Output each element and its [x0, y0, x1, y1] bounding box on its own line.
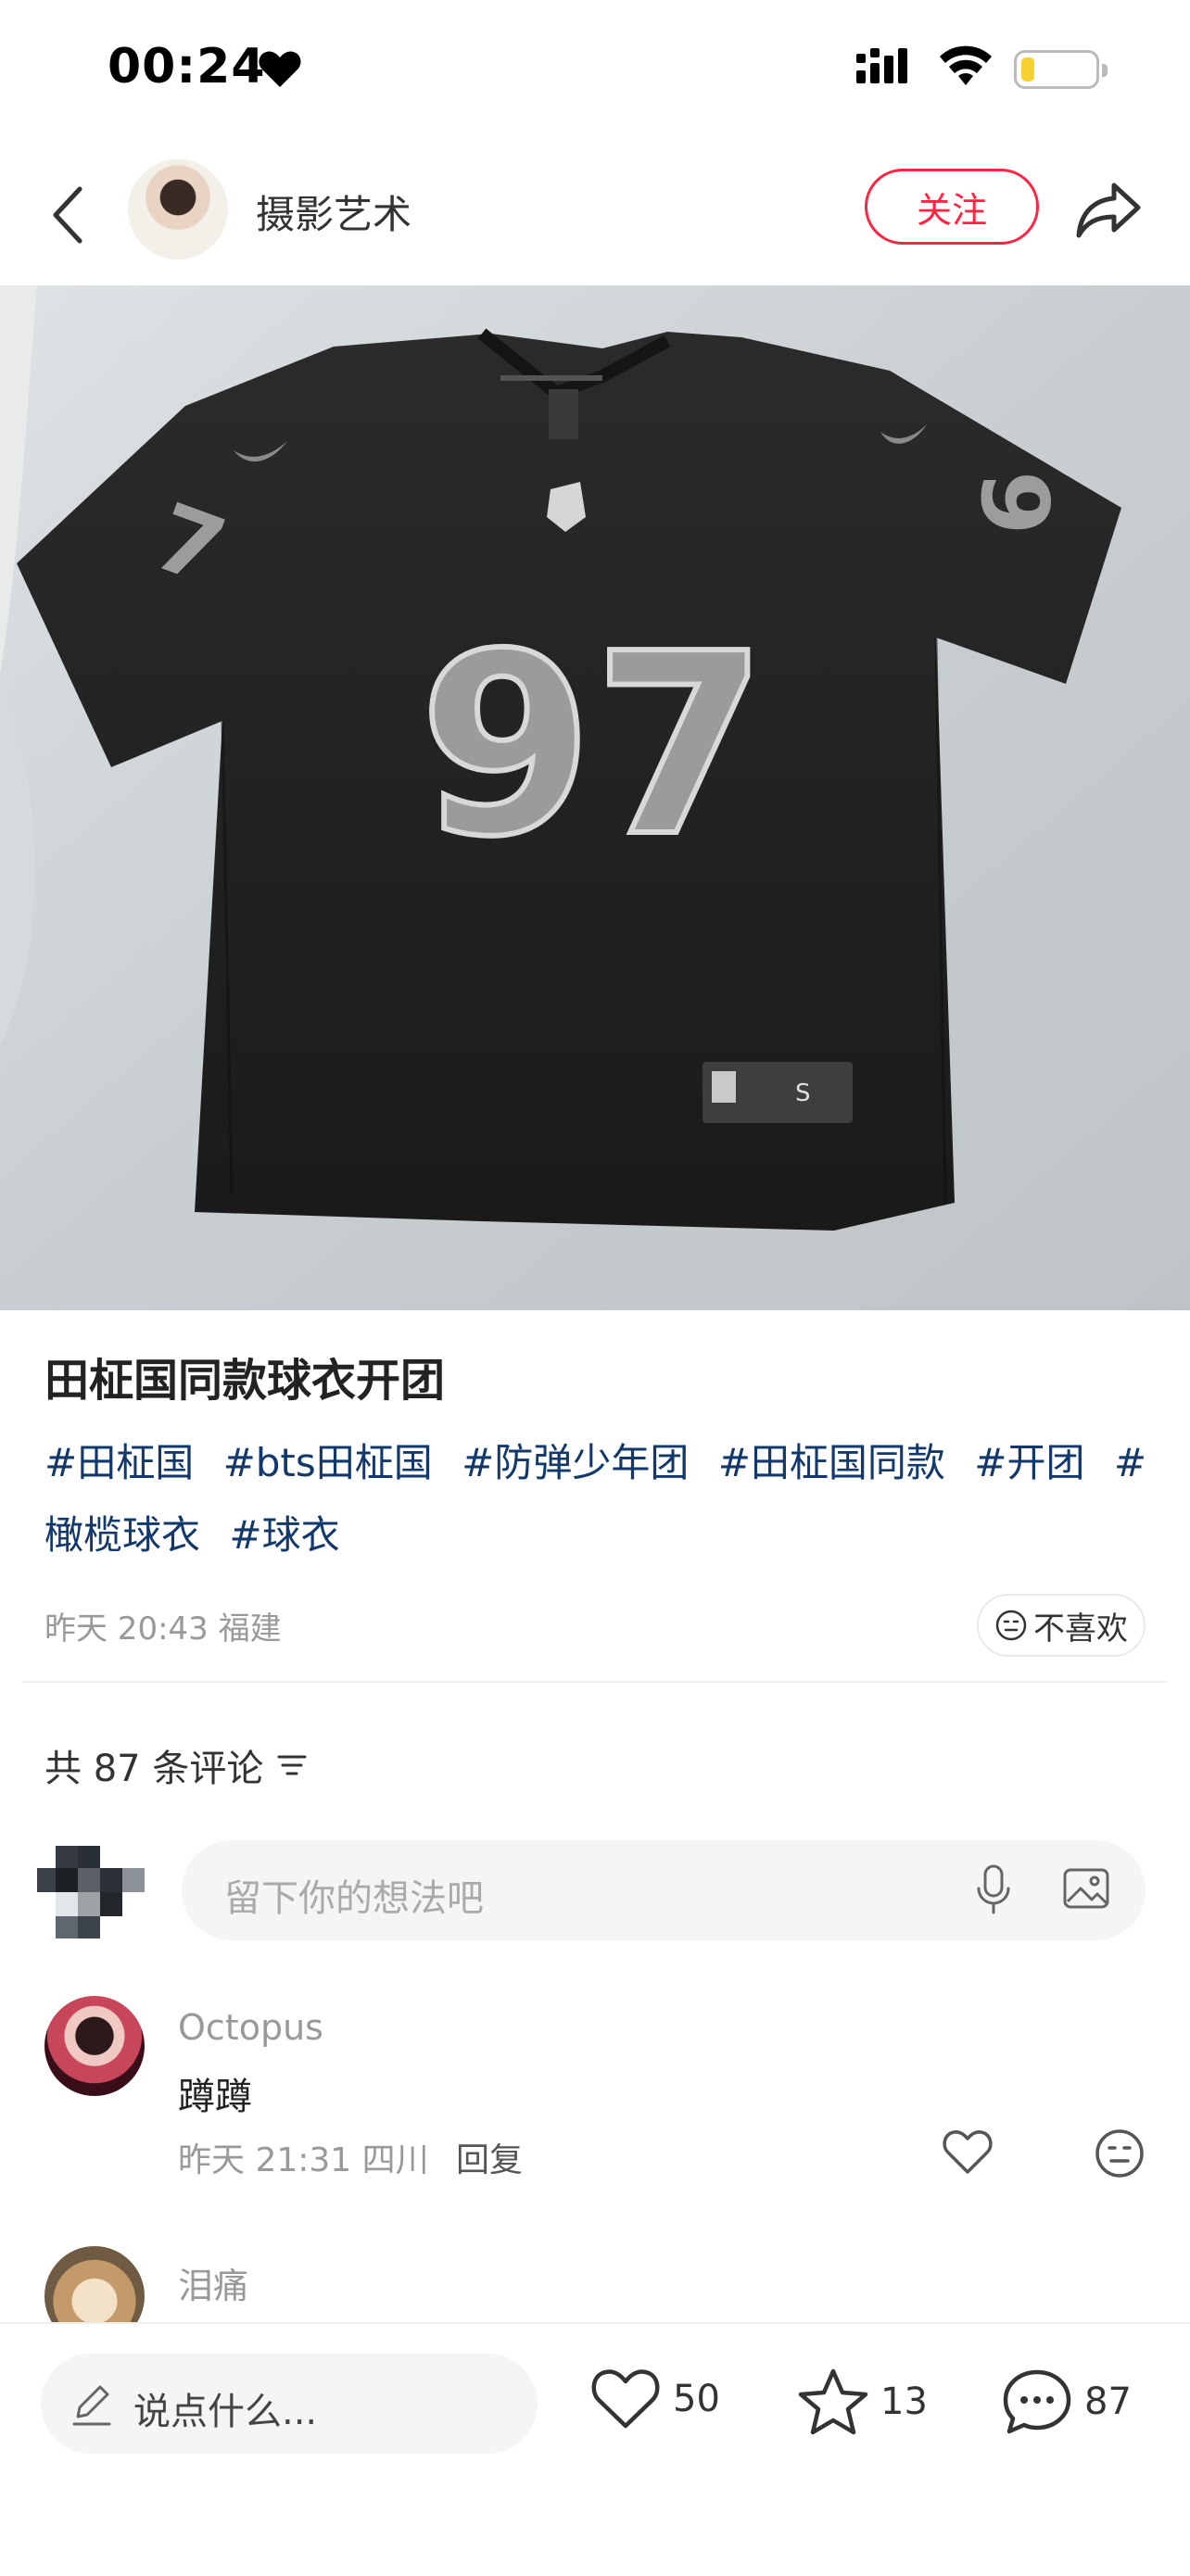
jersey-number: 97 — [416, 597, 770, 894]
tag-link[interactable]: #防弹少年团 — [462, 1440, 689, 1485]
author-avatar[interactable] — [128, 159, 228, 259]
comment-bubble-icon — [1003, 2369, 1071, 2434]
follow-button[interactable]: 关注 — [865, 169, 1039, 245]
chevron-left-icon — [53, 186, 82, 244]
image-icon[interactable] — [1060, 1863, 1112, 1914]
commenter-name[interactable]: 泪痛 — [178, 2257, 248, 2308]
comment-text: 蹲蹲 — [178, 2076, 252, 2118]
commenter-avatar[interactable] — [44, 1996, 145, 2096]
reply-button[interactable]: 回复 — [456, 2133, 523, 2181]
svg-text:97: 97 — [419, 600, 767, 891]
wifi-icon — [940, 45, 992, 85]
post-header: 摄影艺术 关注 — [0, 148, 1190, 287]
dislike-label: 不喜欢 — [1033, 1610, 1128, 1648]
jersey-photo: 97 7 9 S — [0, 285, 1190, 1310]
star-icon — [798, 2368, 868, 2435]
favorite-count: 13 — [880, 2380, 928, 2423]
say-something-input[interactable]: 说点什么... — [41, 2354, 538, 2454]
like-count: 50 — [673, 2378, 720, 2420]
status-time: 00:24 — [108, 39, 266, 95]
dislike-button[interactable]: 不喜欢 — [977, 1594, 1146, 1657]
comment-meta: 昨天 21:31 四川 — [178, 2141, 429, 2179]
share-icon[interactable] — [1073, 174, 1144, 245]
tag-link[interactable]: #田柾国同款 — [718, 1440, 945, 1485]
pencil-icon — [72, 2385, 111, 2426]
comment-count-label: 共 87 条评论 — [44, 1748, 264, 1790]
back-button[interactable] — [43, 178, 95, 252]
like-button[interactable]: 50 — [589, 2367, 720, 2431]
battery-icon — [1014, 50, 1108, 89]
tag-link[interactable]: #田柾国 — [44, 1440, 194, 1485]
svg-text:S: S — [795, 1080, 811, 1107]
post-title: 田柾国同款球衣开团 — [44, 1355, 446, 1407]
like-comment-heart-icon[interactable] — [942, 2128, 994, 2176]
post-tags: #田柾国 #bts田柾国 #防弹少年团 #田柾国同款 #开团 #橄榄球衣 #球衣 — [44, 1427, 1147, 1572]
bottom-action-bar: 说点什么... 50 13 87 — [0, 2322, 1190, 2576]
comment-input-placeholder: 留下你的想法吧 — [224, 1877, 484, 1920]
post-photo[interactable]: 97 7 9 S — [0, 285, 1190, 1310]
favorite-button[interactable]: 13 — [797, 2367, 928, 2437]
status-bar: 00:24 — [0, 0, 1190, 139]
comment-count-bottom: 87 — [1084, 2380, 1132, 2423]
microphone-icon[interactable] — [971, 1863, 1016, 1918]
svg-text:9: 9 — [960, 471, 1069, 536]
tag-link[interactable]: #bts田柾国 — [223, 1440, 433, 1485]
author-name[interactable]: 摄影艺术 — [256, 183, 411, 240]
post-date-location: 昨天 20:43 福建 — [44, 1610, 282, 1648]
neutral-face-icon — [995, 1610, 1027, 1641]
heart-icon — [591, 2369, 660, 2429]
neutral-face-icon[interactable] — [1094, 2128, 1146, 2179]
sort-filter-icon[interactable] — [276, 1751, 308, 1779]
comment-input[interactable]: 留下你的想法吧 — [182, 1840, 1146, 1940]
cellular-signal-icon — [856, 48, 907, 83]
tag-link[interactable]: #开团 — [974, 1440, 1084, 1485]
say-something-placeholder: 说点什么... — [133, 2391, 318, 2433]
comment-button[interactable]: 87 — [1001, 2367, 1132, 2437]
commenter-name[interactable]: Octopus — [178, 2007, 323, 2048]
my-avatar — [37, 1846, 152, 1938]
comment-count[interactable]: 共 87 条评论 — [44, 1738, 308, 1792]
heart-status-icon — [259, 51, 301, 87]
tag-link[interactable]: #球衣 — [229, 1512, 339, 1558]
divider — [22, 1681, 1168, 1683]
